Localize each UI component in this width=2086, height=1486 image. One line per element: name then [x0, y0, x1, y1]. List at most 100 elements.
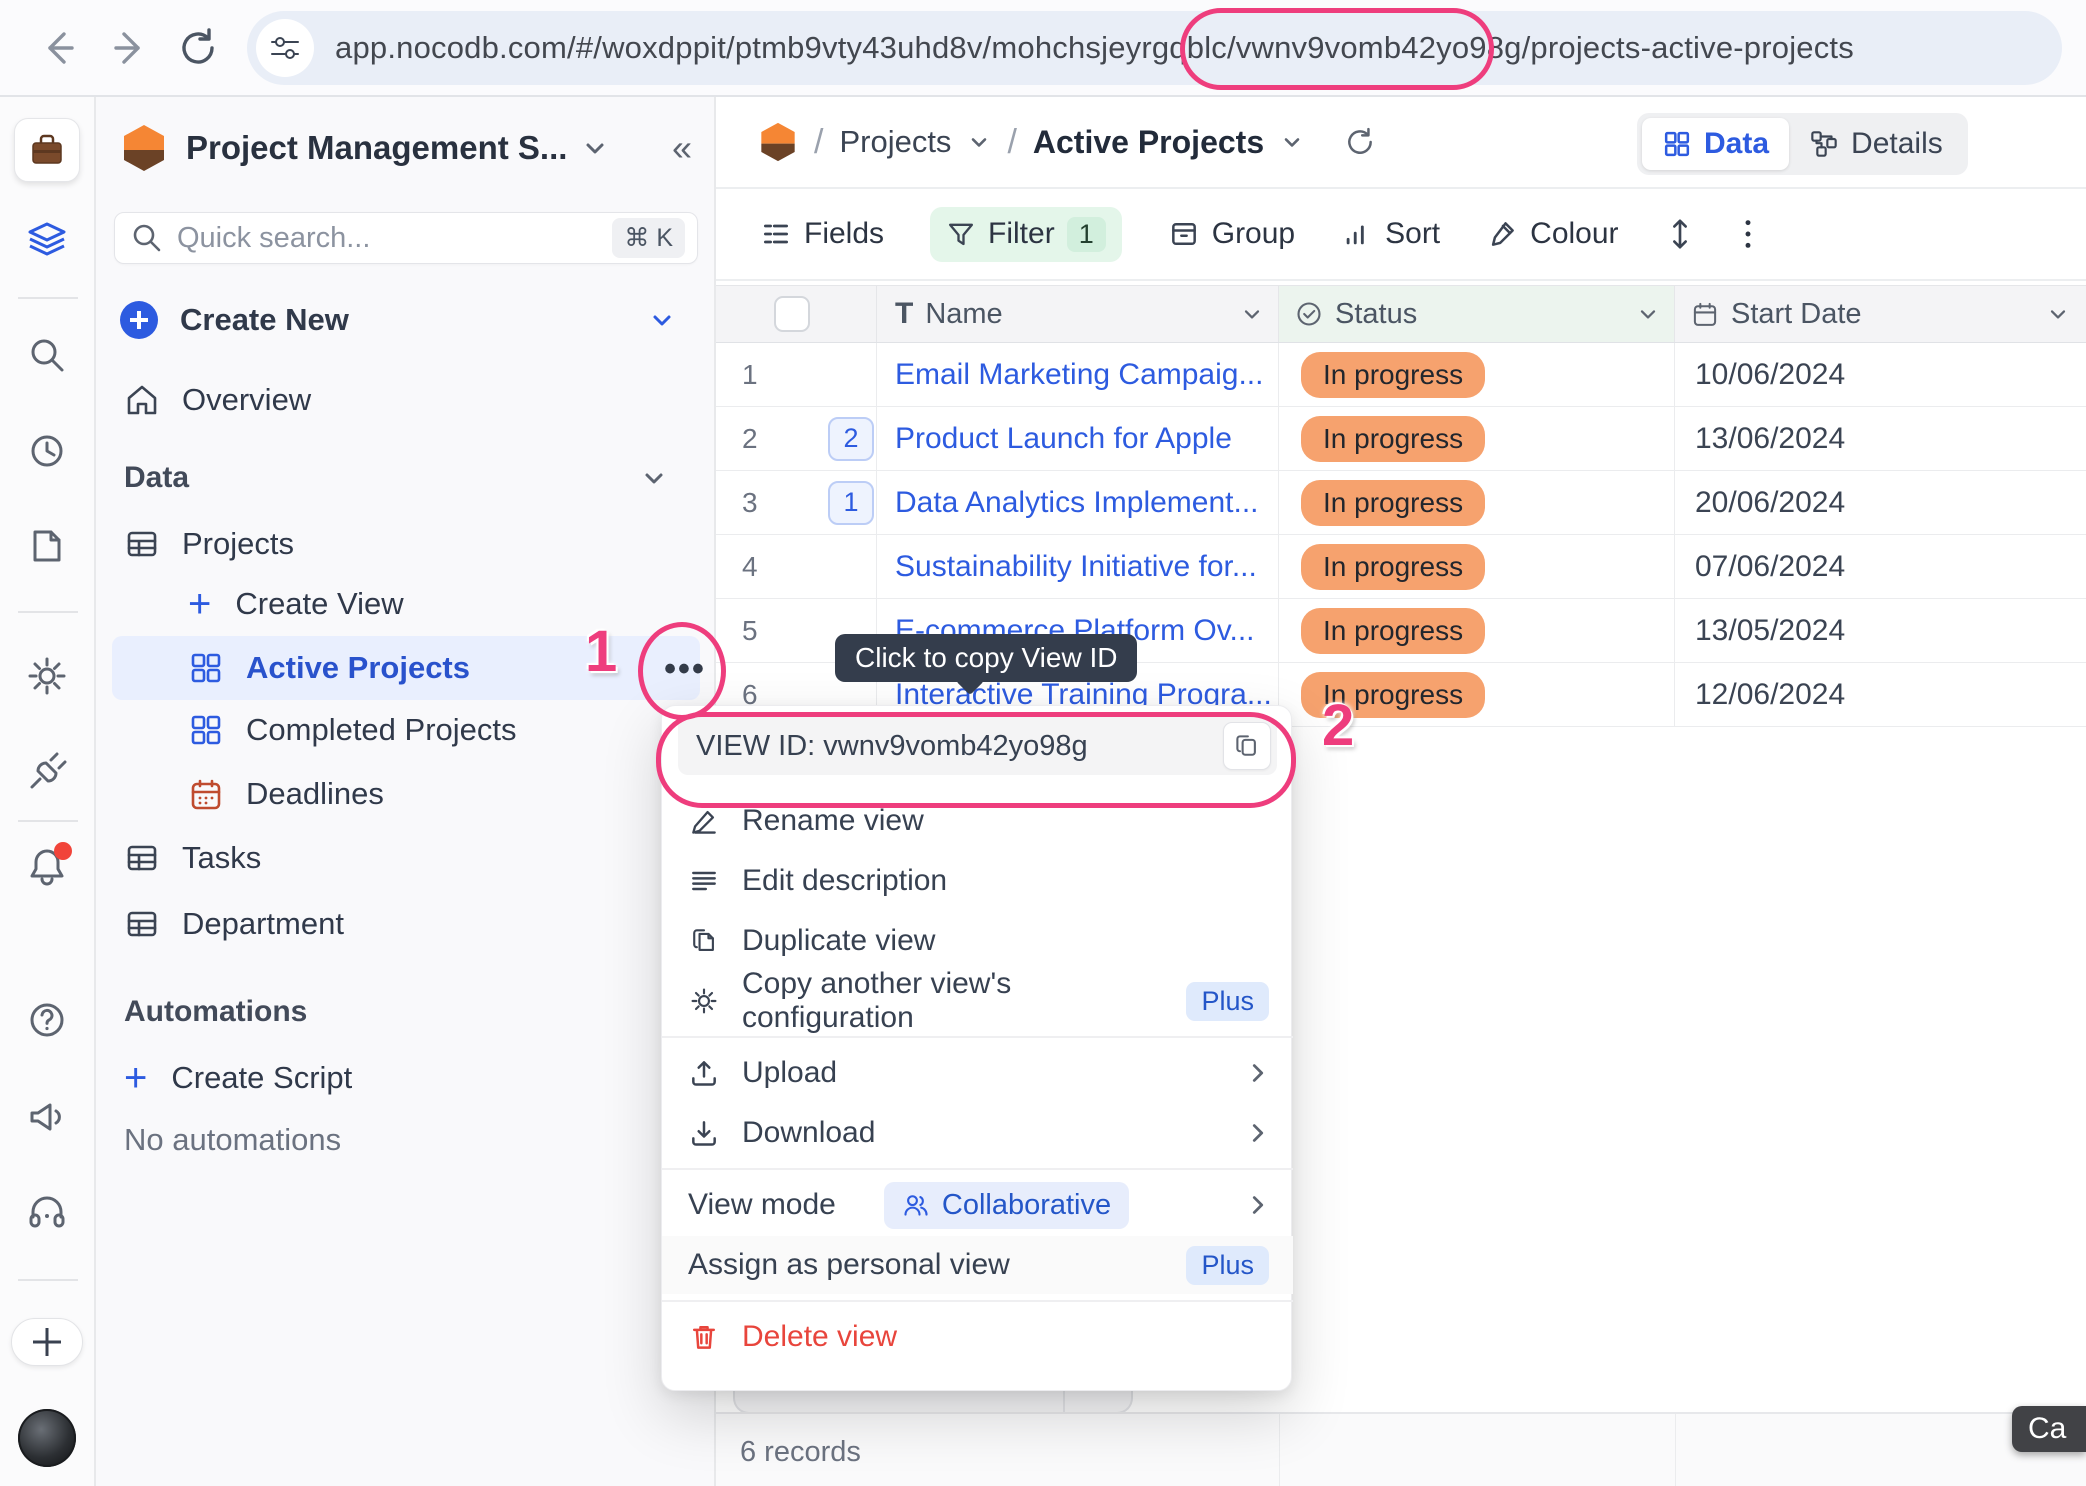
calendar-field-icon [1691, 300, 1719, 328]
base-layers-icon[interactable] [25, 218, 69, 262]
menu-item-view-mode[interactable]: View mode Collaborative [662, 1176, 1293, 1234]
trash-icon [688, 1321, 720, 1353]
workspace-icon[interactable] [14, 118, 80, 182]
sidebar-view-active-projects[interactable]: Active Projects [112, 636, 700, 700]
browser-back-icon[interactable] [36, 26, 80, 70]
copy-view-id-button[interactable] [1223, 722, 1271, 770]
menu-item-duplicate-view[interactable]: Duplicate view [662, 912, 1293, 970]
search-icon[interactable] [27, 335, 67, 375]
ellipsis-icon: ••• [664, 650, 706, 689]
select-all-checkbox[interactable] [774, 296, 810, 332]
table-row[interactable]: 4 Sustainability Initiative for... In pr… [716, 535, 2086, 599]
sidebar-table-department[interactable]: Department [124, 899, 684, 949]
view-context-menu-button[interactable]: ••• [647, 627, 723, 711]
search-icon [131, 222, 163, 254]
tab-details[interactable]: Details [1789, 118, 1963, 170]
sidebar-view-deadlines[interactable]: Deadlines [188, 769, 688, 819]
document-icon[interactable] [27, 526, 67, 566]
table-row[interactable]: 22 Product Launch for Apple In progress … [716, 407, 2086, 471]
toolbar-more-button[interactable] [1741, 217, 1755, 251]
colour-button[interactable]: Colour [1486, 217, 1618, 251]
column-header-status[interactable]: Status [1279, 286, 1675, 342]
record-link[interactable]: Product Launch for Apple [895, 422, 1232, 456]
filter-button[interactable]: Filter 1 [930, 207, 1122, 262]
base-logo-icon [758, 121, 798, 163]
create-script-button[interactable]: + Create Script [124, 1053, 684, 1103]
support-headset-icon[interactable] [26, 1191, 68, 1233]
menu-item-rename-view[interactable]: Rename view [662, 792, 1293, 850]
gear-icon [688, 985, 720, 1017]
row-height-button[interactable] [1665, 217, 1695, 251]
breadcrumb-table[interactable]: Projects [839, 124, 951, 160]
add-record-bar[interactable] [733, 1388, 1133, 1414]
browser-reload-icon[interactable] [176, 26, 220, 70]
rail-divider [18, 820, 78, 822]
sidebar-table-projects[interactable]: Projects [124, 519, 684, 569]
menu-item-edit-description[interactable]: Edit description [662, 852, 1293, 910]
sidebar-collapse-icon[interactable]: « [672, 127, 692, 169]
help-circle-icon[interactable] [26, 999, 68, 1041]
sort-button[interactable]: Sort [1341, 217, 1440, 251]
upload-icon [688, 1057, 720, 1089]
overlay-button[interactable]: Ca [2012, 1406, 2086, 1452]
url-text[interactable]: app.nocodb.com/#/woxdppit/ptmb9vty43uhd8… [335, 30, 1854, 66]
sidebar-view-completed-projects[interactable]: Completed Projects [188, 705, 688, 755]
chevron-down-icon[interactable] [2046, 302, 2070, 326]
chevron-down-icon[interactable] [1636, 302, 1660, 326]
status-badge: In progress [1301, 480, 1485, 526]
refresh-icon[interactable] [1344, 126, 1376, 158]
tab-data[interactable]: Data [1642, 118, 1789, 170]
user-avatar[interactable] [18, 1409, 76, 1467]
announcements-megaphone-icon[interactable] [26, 1095, 68, 1137]
address-bar[interactable]: app.nocodb.com/#/woxdppit/ptmb9vty43uhd8… [247, 11, 2062, 85]
chevron-down-icon[interactable] [967, 130, 991, 154]
collaborative-pill: Collaborative [884, 1182, 1129, 1229]
data-section-header[interactable]: Data [124, 455, 684, 501]
browser-forward-icon[interactable] [108, 26, 152, 70]
menu-item-copy-config[interactable]: Copy another view's configuration Plus [662, 972, 1293, 1030]
menu-item-assign-personal[interactable]: Assign as personal view Plus [662, 1236, 1293, 1294]
view-id-row[interactable]: VIEW ID: vwnv9vomb42yo98g [678, 717, 1277, 775]
fields-button[interactable]: Fields [760, 217, 884, 251]
menu-item-delete-view[interactable]: Delete view [662, 1308, 1293, 1366]
view-id-text[interactable]: VIEW ID: vwnv9vomb42yo98g [696, 730, 1223, 763]
sidebar-item-overview[interactable]: Overview [124, 375, 684, 425]
add-button[interactable] [11, 1318, 83, 1366]
settings-gear-icon[interactable] [26, 655, 68, 697]
chevron-down-icon[interactable] [1280, 130, 1304, 154]
menu-item-download[interactable]: Download [662, 1104, 1293, 1162]
text-field-icon: T [895, 297, 913, 331]
record-link[interactable]: Email Marketing Campaig... [895, 358, 1263, 392]
history-clock-icon[interactable] [27, 431, 67, 471]
group-button[interactable]: Group [1168, 217, 1295, 251]
create-view-button[interactable]: + Create View [188, 579, 688, 629]
site-settings-icon[interactable] [256, 19, 314, 77]
filter-funnel-icon [946, 219, 976, 249]
copy-view-id-tooltip: Click to copy View ID [835, 634, 1137, 682]
table-icon [124, 840, 160, 876]
expand-record-chip[interactable]: 2 [828, 417, 874, 461]
paint-brush-icon [1486, 218, 1518, 250]
record-link[interactable]: Sustainability Initiative for... [895, 550, 1257, 584]
search-placeholder: Quick search... [177, 222, 612, 255]
automations-section-header: Automations [124, 989, 684, 1035]
view-context-menu: VIEW ID: vwnv9vomb42yo98g Rename view Ed… [661, 705, 1292, 1391]
record-link[interactable]: Data Analytics Implement... [895, 486, 1259, 520]
menu-item-upload[interactable]: Upload [662, 1044, 1293, 1102]
expand-record-chip[interactable]: 1 [828, 481, 874, 525]
quick-search-input[interactable]: Quick search... ⌘ K [114, 212, 698, 264]
table-row[interactable]: 1 Email Marketing Campaig... In progress… [716, 343, 2086, 407]
breadcrumb-view[interactable]: Active Projects [1033, 124, 1264, 161]
table-row[interactable]: 31 Data Analytics Implement... In progre… [716, 471, 2086, 535]
integrations-plug-icon[interactable] [26, 751, 68, 793]
sidebar-table-tasks[interactable]: Tasks [124, 833, 684, 883]
create-new-button[interactable]: Create New [120, 295, 692, 345]
workspace-switcher[interactable]: Project Management S... « [120, 119, 692, 177]
duplicate-icon [688, 925, 720, 957]
notifications-bell-icon[interactable] [26, 846, 68, 888]
grid-data-icon [1662, 129, 1692, 159]
chevron-down-icon[interactable] [1240, 302, 1264, 326]
column-header-start-date[interactable]: Start Date [1675, 286, 2084, 342]
column-header-name[interactable]: T Name [877, 286, 1279, 342]
rail-divider [18, 611, 78, 613]
